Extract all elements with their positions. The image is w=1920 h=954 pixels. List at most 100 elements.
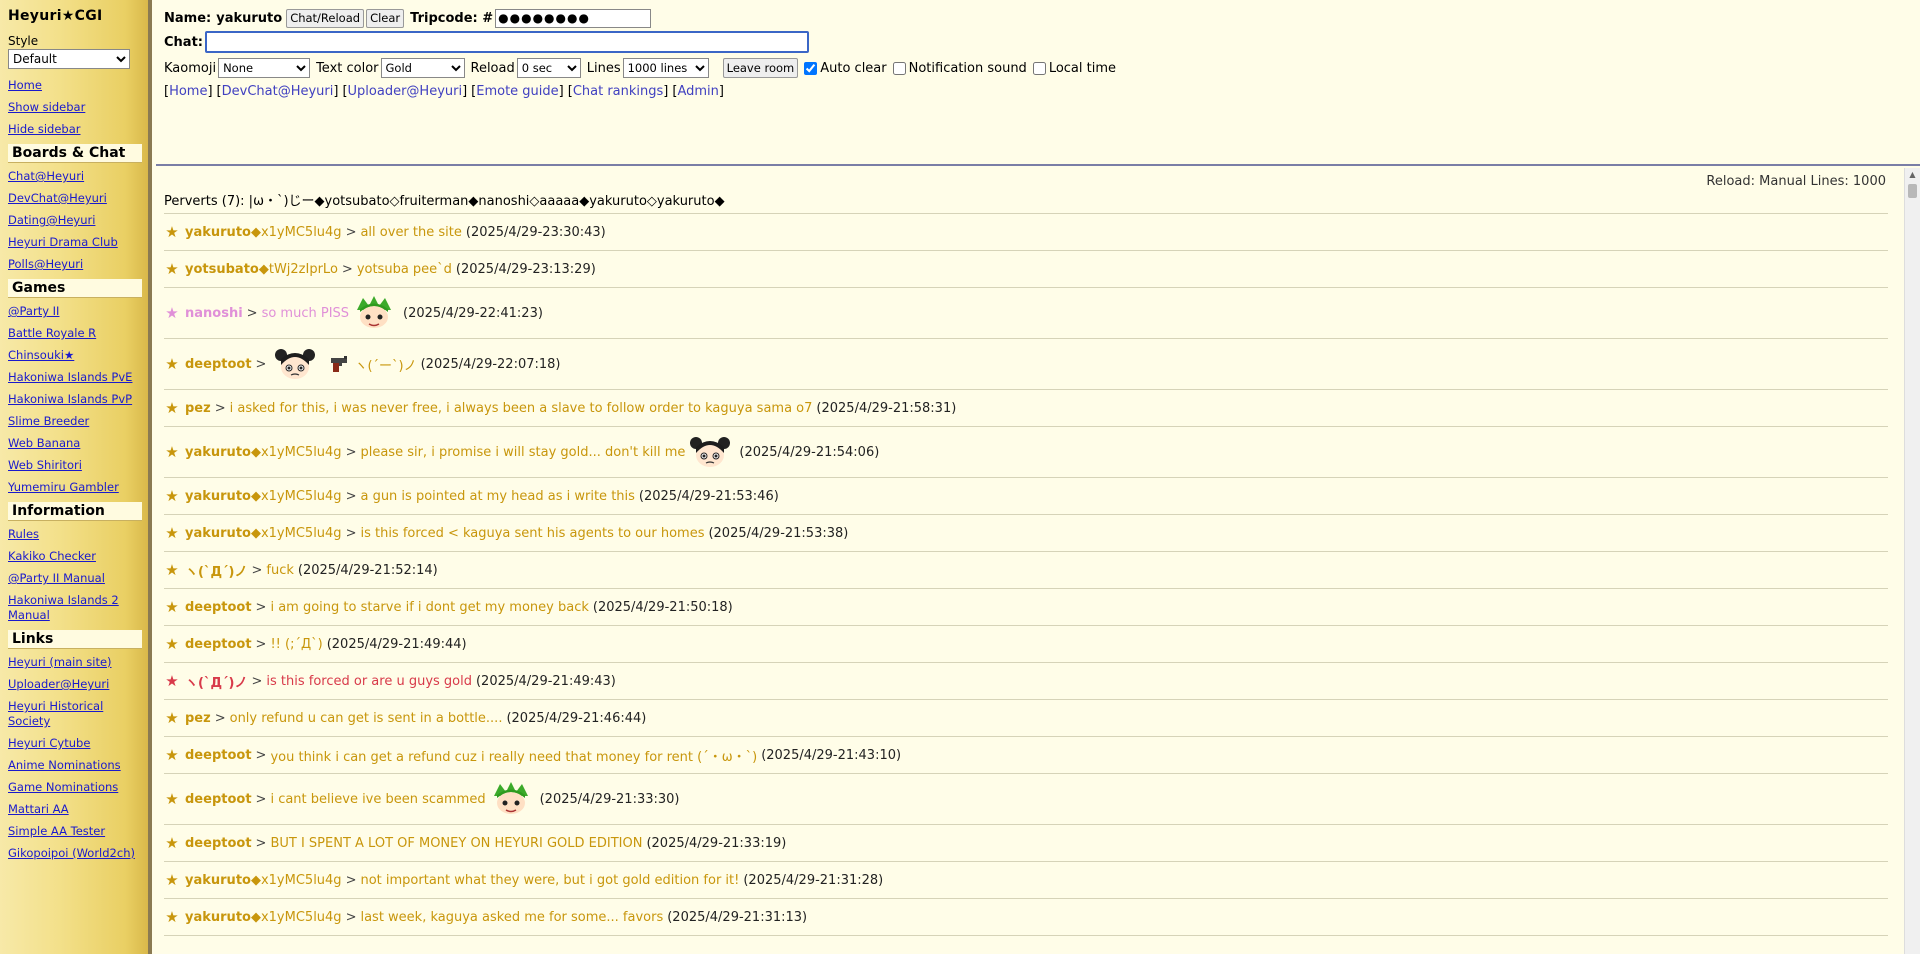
clear-button[interactable]: Clear: [366, 8, 405, 28]
local-time-check[interactable]: [1032, 61, 1046, 75]
sidebar-link[interactable]: Hakoniwa Islands PvP: [8, 392, 138, 407]
sidebar-link[interactable]: Heyuri (main site): [8, 655, 138, 670]
message-text: yotsuba pee`d: [356, 261, 452, 277]
sidebar: Heyuri★CGI Style Default Home Show sideba…: [0, 0, 152, 954]
nav-link[interactable]: DevChat@Heyuri: [222, 84, 334, 99]
text-color-select[interactable]: Gold: [380, 58, 465, 78]
message-time: (2025/4/29-21:46:44): [506, 710, 647, 726]
message-author: pez: [185, 400, 211, 416]
tripcode-input[interactable]: [495, 8, 652, 28]
message-author: yakuruto: [185, 525, 251, 541]
message-time: (2025/4/29-21:31:28): [743, 872, 884, 888]
chat-message: ★ yakuruto ◆x1yMC5lu4g > last week, kaguya a…: [164, 899, 1888, 936]
nav-link[interactable]: Admin: [677, 84, 718, 99]
message-author: pez: [185, 710, 211, 726]
sidebar-link[interactable]: Web Banana: [8, 436, 138, 451]
sidebar-link[interactable]: Hakoniwa Islands PvE: [8, 370, 138, 385]
star-icon: ★: [165, 524, 179, 542]
sidebar-link[interactable]: Kakiko Checker: [8, 549, 138, 564]
message-time: (2025/4/29-21:31:13): [667, 909, 808, 925]
sidebar-link[interactable]: Polls@Heyuri: [8, 257, 138, 272]
bracket: ]: [718, 83, 724, 99]
leave-room-button[interactable]: Leave room: [722, 58, 799, 78]
star-icon: ★: [165, 443, 179, 461]
sidebar-link[interactable]: Heyuri Historical Society: [8, 699, 138, 729]
sidebar-link[interactable]: Mattari AA: [8, 802, 138, 817]
sidebar-link[interactable]: Battle Royale R: [8, 326, 138, 341]
auto-clear-check[interactable]: [804, 61, 818, 75]
sidebar-link[interactable]: Slime Breeder: [8, 414, 138, 429]
message-time: (2025/4/29-21:58:31): [816, 400, 957, 416]
notification-checkbox[interactable]: Notification sound: [892, 61, 1027, 76]
bracket: ]: [207, 83, 213, 99]
sidebar-link[interactable]: Hide sidebar: [8, 122, 138, 137]
chat-message: ★ deeptoot >!! (;´Д`) (2025/4/29-21:49:44): [164, 626, 1888, 663]
notification-check[interactable]: [892, 61, 906, 75]
message-tripcode: ◆x1yMC5lu4g: [250, 444, 342, 460]
sidebar-link[interactable]: Hakoniwa Islands 2 Manual: [8, 593, 138, 623]
sidebar-link[interactable]: Show sidebar: [8, 100, 138, 115]
chat-message: ★ nanoshi > so much PISS (2025/4/29-22:41:23…: [164, 288, 1888, 339]
star-icon: ★: [165, 709, 179, 727]
separator-icon: >: [255, 636, 267, 652]
star-icon: ★: [165, 908, 179, 926]
message-tripcode: ◆x1yMC5lu4g: [250, 872, 342, 888]
message-text: i am going to starve if i dont get my mo…: [270, 599, 589, 615]
message-time: (2025/4/29-21:54:06): [739, 444, 880, 460]
scroll-up-icon[interactable]: ▲: [1905, 168, 1920, 182]
sidebar-link[interactable]: Home: [8, 78, 138, 93]
message-author: yakuruto: [185, 224, 251, 240]
sidebar-link[interactable]: Uploader@Heyuri: [8, 677, 138, 692]
star-icon: ★: [165, 399, 179, 417]
scroll-thumb[interactable]: [1908, 184, 1917, 198]
nav-link[interactable]: Home: [169, 84, 207, 99]
message-text: fuck: [266, 562, 294, 578]
message-tripcode: ◆x1yMC5lu4g: [250, 525, 342, 541]
sidebar-link[interactable]: Chat@Heyuri: [8, 169, 138, 184]
local-time-label: Local time: [1048, 60, 1117, 76]
star-icon: ★: [165, 672, 179, 690]
sidebar-section-title: Links: [8, 630, 142, 649]
star-icon: ★: [165, 871, 179, 889]
nav-link[interactable]: Uploader@Heyuri: [348, 84, 463, 99]
chat-reload-button[interactable]: Chat/Reload: [286, 8, 365, 28]
scrollbar[interactable]: ▲: [1904, 168, 1920, 954]
sidebar-link[interactable]: Rules: [8, 527, 138, 542]
sidebar-link[interactable]: Anime Nominations: [8, 758, 138, 773]
style-select[interactable]: Default: [8, 49, 130, 69]
sidebar-link[interactable]: Yumemiru Gambler: [8, 480, 138, 495]
chat-message: ★ deeptoot > BUT I SPENT A LOT OF MONEY ON …: [164, 825, 1888, 862]
star-icon: ★: [165, 790, 179, 808]
reload-select[interactable]: 0 sec: [516, 58, 581, 78]
sidebar-link[interactable]: Heyuri Drama Club: [8, 235, 138, 250]
sidebar-link[interactable]: Gikopoipoi (World2ch): [8, 846, 138, 861]
sidebar-link[interactable]: Dating@Heyuri: [8, 213, 138, 228]
local-time-checkbox[interactable]: Local time: [1032, 60, 1117, 76]
nav-link[interactable]: Emote guide: [476, 84, 558, 99]
lines-select[interactable]: 1000 lines: [622, 58, 709, 78]
sidebar-link[interactable]: @Party II Manual: [8, 571, 138, 586]
chat-input[interactable]: [204, 31, 809, 53]
sidebar-link[interactable]: Simple AA Tester: [8, 824, 138, 839]
message-text: last week, kaguya asked me for some... f…: [360, 909, 664, 925]
separator-icon: >: [255, 835, 267, 851]
sidebar-link[interactable]: Web Shiritori: [8, 458, 138, 473]
sidebar-link[interactable]: Heyuri Cytube: [8, 736, 138, 751]
message-author: nanoshi: [185, 305, 243, 321]
separator-icon: >: [255, 791, 267, 807]
bracket: ]: [333, 83, 339, 99]
message-time: (2025/4/29-21:49:44): [326, 636, 467, 652]
auto-clear-checkbox[interactable]: Auto clear: [804, 61, 887, 76]
separator-icon: >: [251, 673, 263, 689]
message-time: (2025/4/29-22:07:18): [420, 356, 561, 372]
message-text: is this forced or are u guys gold: [266, 673, 472, 689]
kaomoji-select[interactable]: None: [218, 58, 311, 78]
separator-icon: >: [255, 356, 267, 372]
sidebar-link[interactable]: Game Nominations: [8, 780, 138, 795]
sidebar-link[interactable]: @Party II: [8, 304, 138, 319]
sidebar-link[interactable]: Chinsouki★: [8, 348, 138, 363]
nav-link[interactable]: Chat rankings: [573, 84, 663, 99]
online-users: Perverts (7): |ω・`)じー◆yotsubato◇fruiterm…: [164, 190, 1888, 214]
sidebar-link[interactable]: DevChat@Heyuri: [8, 191, 138, 206]
separator-icon: >: [246, 305, 258, 321]
